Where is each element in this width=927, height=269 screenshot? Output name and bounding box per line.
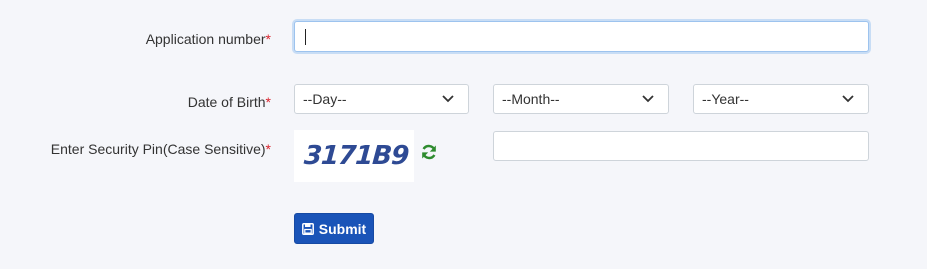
application-number-label: Application number* [146, 30, 271, 48]
dob-day-value: --Day-- [303, 91, 347, 107]
security-pin-label-text: Enter Security Pin(Case Sensitive) [50, 141, 266, 157]
security-pin-input[interactable] [493, 131, 869, 161]
dob-month-value: --Month-- [502, 91, 560, 107]
dob-label: Date of Birth* [188, 93, 271, 111]
chevron-down-icon [442, 95, 454, 103]
chevron-down-icon [842, 95, 854, 103]
security-pin-label: Enter Security Pin(Case Sensitive)* [51, 140, 271, 158]
refresh-icon[interactable] [420, 143, 438, 161]
dob-year-select[interactable]: --Year-- [693, 84, 869, 114]
application-number-label-text: Application number [145, 31, 266, 47]
required-asterisk: * [265, 141, 271, 157]
required-asterisk: * [265, 94, 271, 110]
application-form: Application number* Date of Birth* --Day… [0, 0, 927, 269]
submit-button[interactable]: Submit [294, 213, 374, 244]
captcha-text: 3171B9 [302, 141, 410, 171]
submit-label: Submit [318, 220, 367, 237]
dob-year-value: --Year-- [702, 91, 749, 107]
save-icon [301, 222, 314, 235]
dob-day-select[interactable]: --Day-- [294, 84, 469, 114]
captcha-image: 3171B9 [294, 130, 414, 182]
dob-label-text: Date of Birth [187, 94, 266, 110]
application-number-input[interactable] [294, 21, 869, 52]
required-asterisk: * [265, 31, 271, 47]
dob-month-select[interactable]: --Month-- [493, 84, 669, 114]
text-cursor [305, 29, 306, 45]
chevron-down-icon [642, 95, 654, 103]
